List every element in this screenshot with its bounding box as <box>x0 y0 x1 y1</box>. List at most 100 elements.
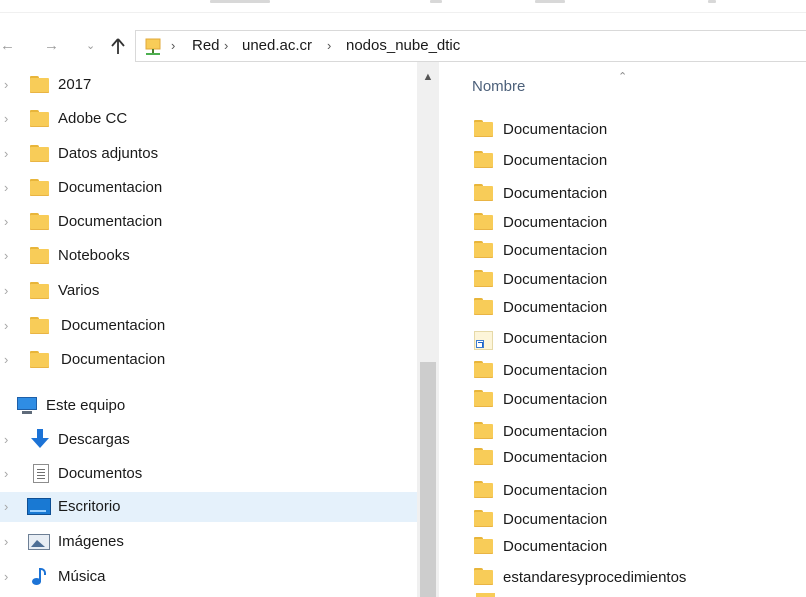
nav-item-label: Imágenes <box>58 533 124 550</box>
file-name: Documentacion <box>503 330 608 347</box>
breadcrumb-red[interactable]: Red <box>192 31 220 61</box>
file-list-item[interactable]: Documentacion <box>472 209 806 237</box>
document-icon <box>33 464 49 483</box>
expand-chevron-icon[interactable]: › <box>4 459 8 489</box>
nav-item-musica[interactable]: › Música <box>0 562 418 592</box>
folder-icon <box>474 270 493 287</box>
nav-item-label: 2017 <box>58 76 92 93</box>
file-list-item[interactable]: Documentacion <box>472 325 806 353</box>
nav-folder-item[interactable]: › Notebooks <box>0 241 418 271</box>
nav-folder-item[interactable]: › 2017 <box>0 70 418 100</box>
folder-icon <box>474 422 493 439</box>
expand-chevron-icon[interactable]: › <box>4 311 8 341</box>
scroll-thumb[interactable] <box>420 362 436 597</box>
folder-icon <box>474 120 493 137</box>
file-list-item[interactable]: Documentacion <box>472 147 806 175</box>
recent-chevron-icon[interactable]: ⌄ <box>86 30 95 62</box>
file-list-item[interactable]: Documentacion <box>472 266 806 294</box>
title-fragment <box>708 0 716 3</box>
file-list-item[interactable]: Documentacion <box>472 116 806 144</box>
nav-item-label: Documentacion <box>61 317 166 334</box>
computer-icon <box>16 397 38 415</box>
expand-chevron-icon[interactable]: › <box>4 425 8 455</box>
file-list-item[interactable]: Documentacion <box>472 418 806 446</box>
expand-chevron-icon[interactable]: › <box>4 241 8 271</box>
expand-chevron-icon[interactable]: › <box>4 345 8 375</box>
expand-chevron-icon[interactable]: › <box>4 173 8 203</box>
file-name: Documentacion <box>503 271 608 288</box>
scroll-up-arrow-icon[interactable]: ▲ <box>417 62 439 92</box>
file-list-item[interactable]: Documentacion <box>472 357 806 385</box>
title-fragment <box>210 0 270 3</box>
file-name: estandaresyprocedimientos <box>503 569 687 586</box>
nav-scrollbar[interactable]: ▲ <box>417 62 439 597</box>
nav-item-label: Escritorio <box>58 498 121 515</box>
nav-folder-item[interactable]: › Varios <box>0 276 418 306</box>
file-name: Documentacion <box>503 242 608 259</box>
nav-item-label: Descargas <box>58 431 130 448</box>
file-name: Documentacion <box>503 511 608 528</box>
file-list-item[interactable]: estandaresyprocedimientos <box>472 564 806 592</box>
folder-icon <box>474 568 493 585</box>
file-list-item[interactable]: Documentacion <box>472 477 806 505</box>
file-list-item[interactable]: Documentacion <box>472 386 806 414</box>
column-header-nombre[interactable]: ⌃ Nombre <box>472 71 806 104</box>
nav-item-label: Documentos <box>58 465 143 482</box>
folder-icon <box>474 298 493 315</box>
nav-folder-item[interactable]: › Documentacion <box>0 173 418 203</box>
expand-chevron-icon[interactable]: › <box>4 104 8 134</box>
expand-chevron-icon[interactable]: › <box>4 207 8 237</box>
nav-item-label: Documentacion <box>58 213 163 230</box>
nav-item-descargas[interactable]: › Descargas <box>0 425 418 455</box>
folder-icon <box>474 537 493 554</box>
breadcrumb-chevron-icon[interactable]: › <box>327 31 331 61</box>
file-name: Documentacion <box>503 482 608 499</box>
file-name: Documentacion <box>503 449 608 466</box>
nav-folder-item[interactable]: › Adobe CC <box>0 104 418 134</box>
file-list-item[interactable]: Documentacion <box>472 533 806 561</box>
file-name: Documentacion <box>503 214 608 231</box>
nav-folder-item[interactable]: › Documentacion <box>0 345 418 375</box>
file-list-item[interactable]: Documentacion <box>472 237 806 265</box>
file-name: Documentacion <box>503 121 608 138</box>
nav-item-label: Música <box>58 568 106 585</box>
file-name: Documentacion <box>503 152 608 169</box>
up-arrow-icon[interactable] <box>108 30 128 62</box>
expand-chevron-icon[interactable]: › <box>4 492 8 522</box>
nav-item-label: Notebooks <box>58 247 130 264</box>
expand-chevron-icon[interactable]: › <box>4 527 8 557</box>
breadcrumb-nodos[interactable]: nodos_nube_dtic <box>346 31 460 61</box>
pictures-icon <box>28 534 50 550</box>
expand-chevron-icon[interactable]: › <box>4 562 8 592</box>
folder-icon <box>30 247 49 264</box>
folder-icon <box>474 151 493 168</box>
folder-icon <box>30 317 49 334</box>
breadcrumb-uned[interactable]: uned.ac.cr <box>242 31 312 61</box>
breadcrumb-chevron-icon[interactable]: › <box>171 31 175 61</box>
title-fragment <box>430 0 442 3</box>
expand-chevron-icon[interactable]: › <box>4 70 8 100</box>
title-fragment <box>535 0 565 3</box>
back-arrow-icon[interactable]: ← <box>0 30 15 62</box>
file-list-item[interactable]: Documentacion <box>472 444 806 472</box>
download-icon <box>30 429 50 449</box>
nav-item-documentos[interactable]: › Documentos <box>0 459 418 489</box>
file-list-item[interactable]: Documentacion <box>472 506 806 534</box>
folder-icon <box>30 213 49 230</box>
file-list-item[interactable]: Documentacion <box>472 294 806 322</box>
folder-icon <box>474 213 493 230</box>
breadcrumb-chevron-icon[interactable]: › <box>224 31 228 61</box>
nav-folder-item[interactable]: › Datos adjuntos <box>0 139 418 169</box>
nav-folder-item[interactable]: › Documentacion <box>0 311 418 341</box>
nav-item-escritorio[interactable]: › Escritorio <box>0 492 418 522</box>
file-list-item[interactable]: Documentacion <box>472 180 806 208</box>
folder-icon <box>474 510 493 527</box>
nav-folder-item[interactable]: › Documentacion <box>0 207 418 237</box>
expand-chevron-icon[interactable]: › <box>4 139 8 169</box>
nav-item-this-pc[interactable]: Este equipo <box>0 391 418 421</box>
sort-ascending-icon: ⌃ <box>618 71 628 83</box>
address-field[interactable]: › Red › uned.ac.cr › nodos_nube_dtic <box>135 30 806 62</box>
nav-item-imagenes[interactable]: › Imágenes <box>0 527 418 557</box>
forward-arrow-icon[interactable]: → <box>44 30 59 62</box>
expand-chevron-icon[interactable]: › <box>4 276 8 306</box>
